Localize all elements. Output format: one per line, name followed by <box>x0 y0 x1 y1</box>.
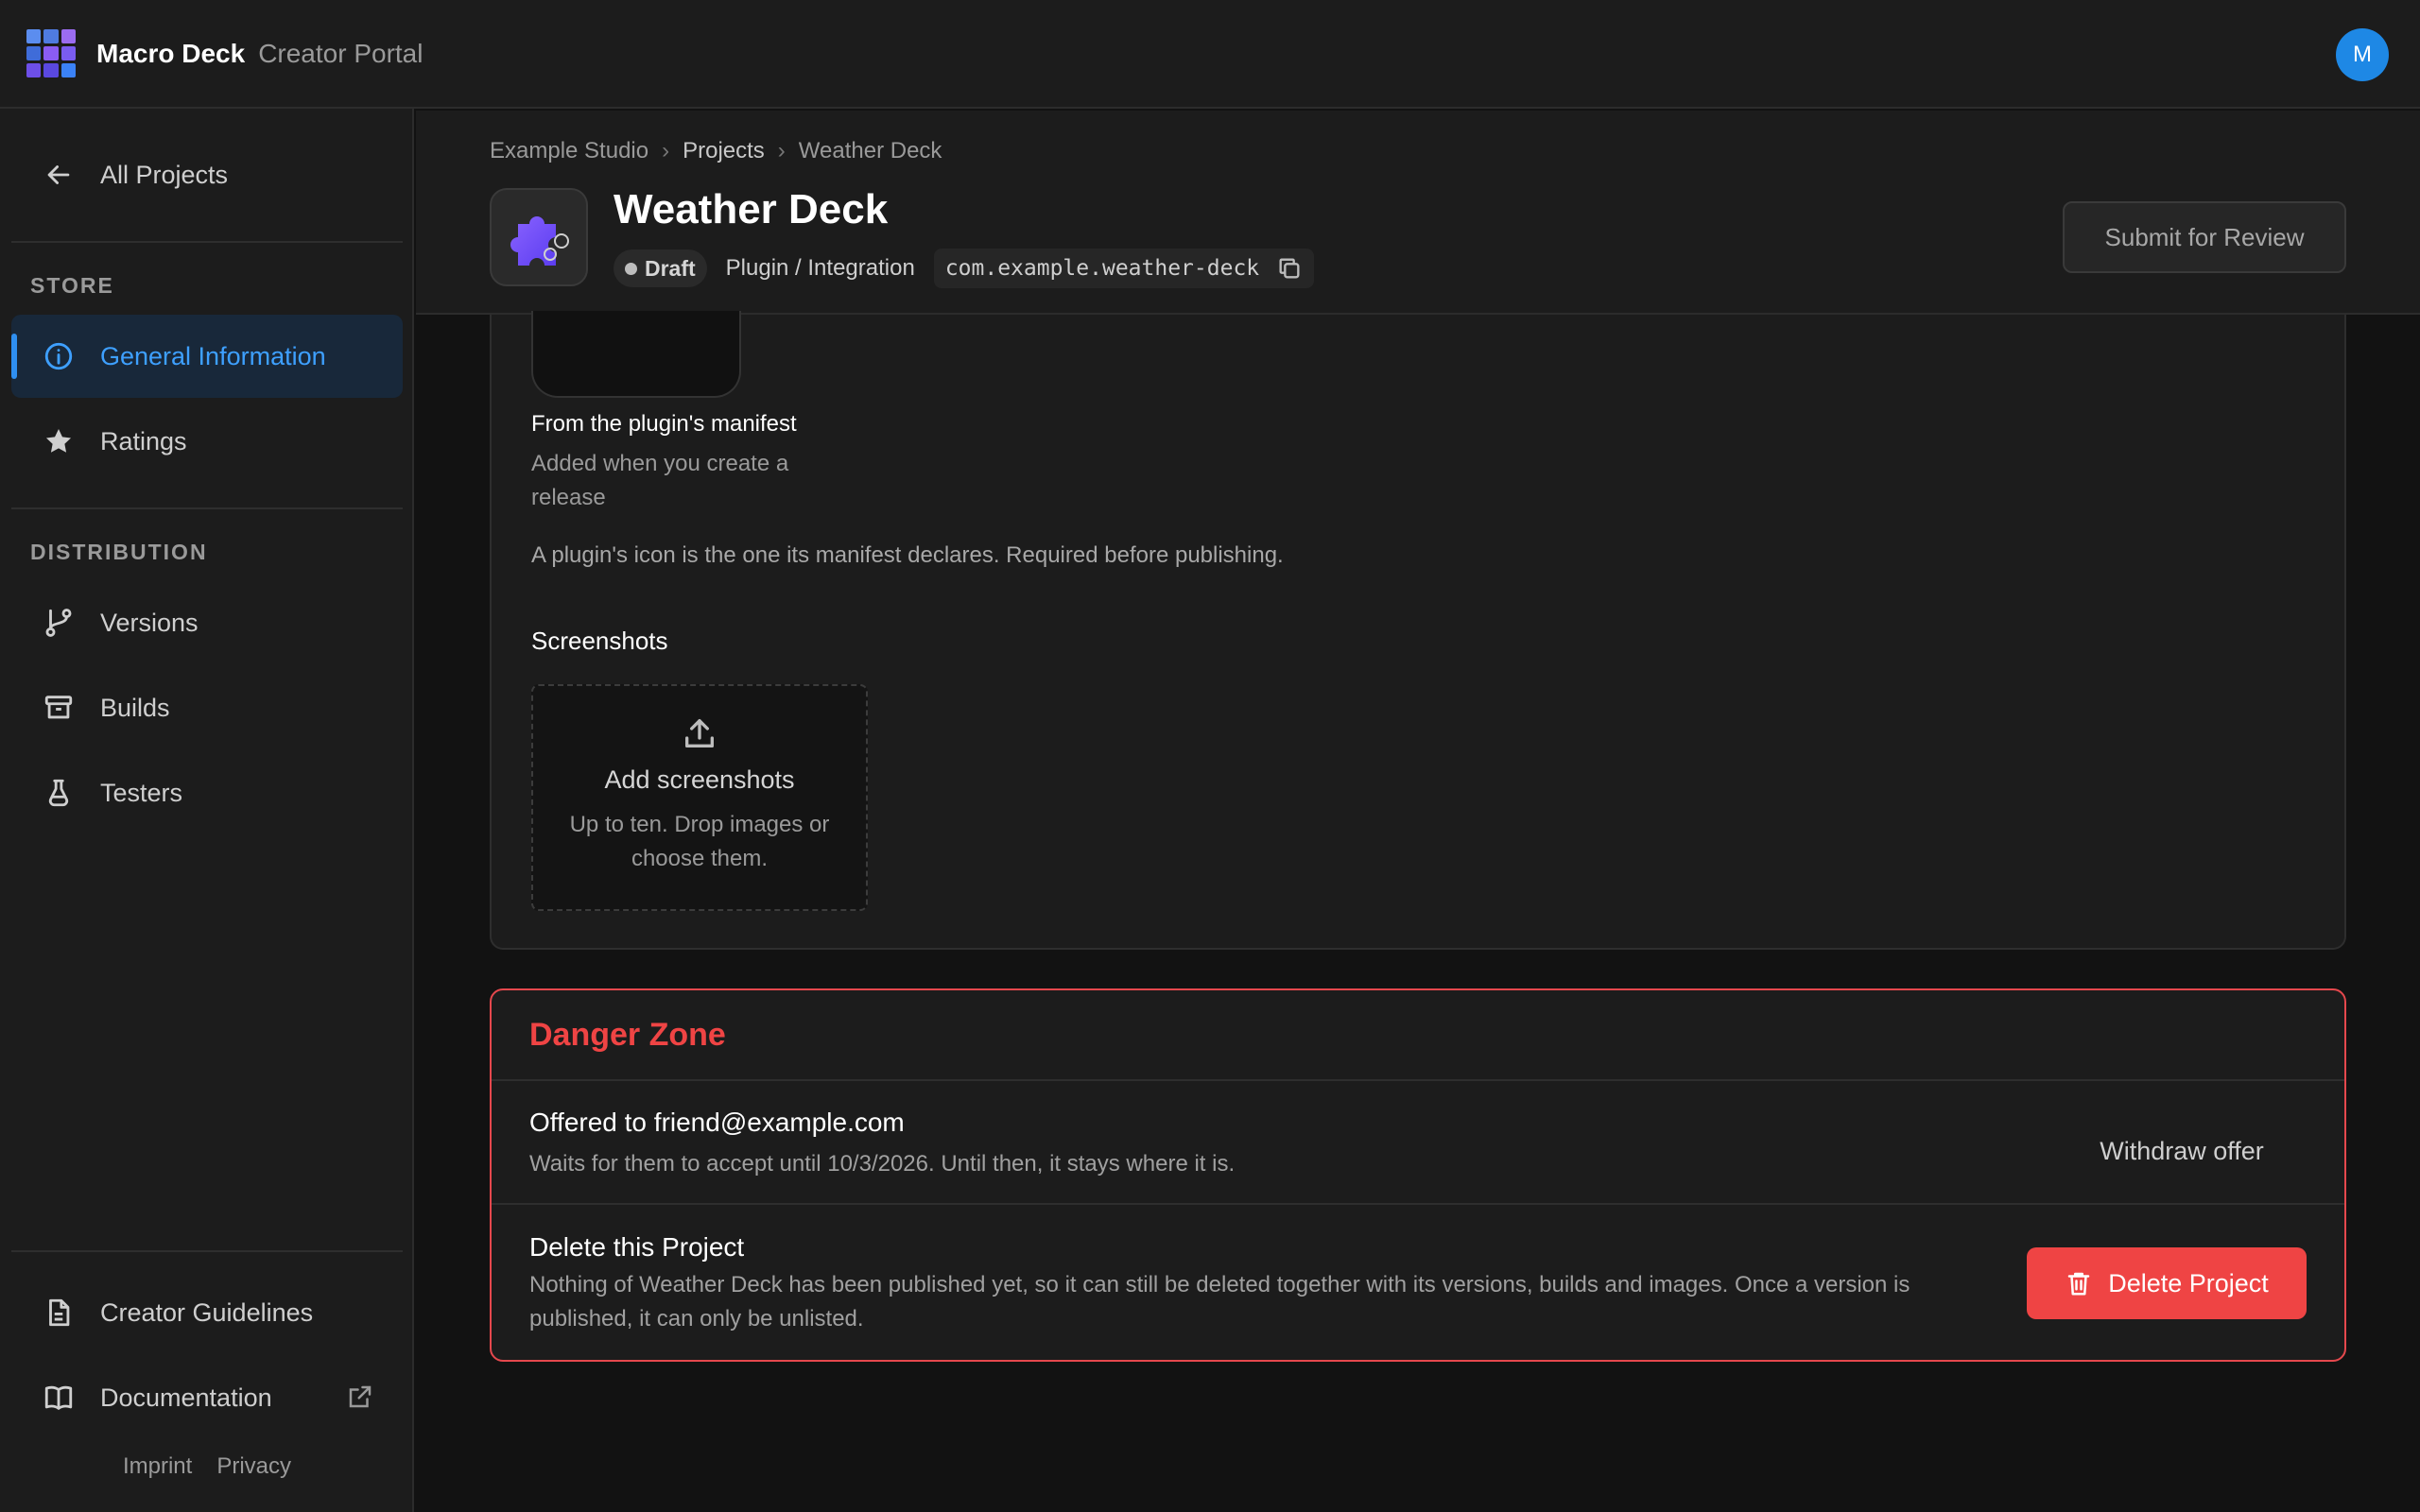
bundle-id-text: com.example.weather-deck <box>944 256 1260 281</box>
store-section-label: STORE <box>30 273 114 298</box>
sidebar-item-label: General Information <box>100 341 326 370</box>
sidebar-item-general-information[interactable]: General Information <box>11 315 403 398</box>
status-dot-icon <box>625 262 637 275</box>
upload-icon <box>685 719 714 747</box>
danger-zone: Danger Zone Offered to friend@example.co… <box>490 988 2346 1362</box>
sidebar-divider <box>11 241 403 243</box>
transfer-offer-title: Offered to friend@example.com <box>529 1108 905 1137</box>
sidebar-item-testers[interactable]: Testers <box>11 751 403 834</box>
sidebar-item-label: Testers <box>100 778 183 807</box>
manifest-icon-title: From the plugin's manifest <box>531 411 797 437</box>
sidebar-item-label: Documentation <box>100 1383 272 1412</box>
sidebar-item-label: Creator Guidelines <box>100 1297 314 1327</box>
star-icon <box>40 422 78 460</box>
submit-for-review-button[interactable]: Submit for Review <box>2063 201 2346 273</box>
sidebar-divider <box>11 507 403 509</box>
icon-note: A plugin's icon is the one its manifest … <box>531 542 1284 568</box>
app-name: Macro Deck <box>96 38 246 68</box>
transfer-offer-subtitle: Waits for them to accept until 10/3/2026… <box>529 1151 1236 1177</box>
bundle-id: com.example.weather-deck <box>933 249 1315 288</box>
delete-project-title: Delete this Project <box>529 1232 745 1262</box>
project-header: Example Studio › Projects › Weather Deck… <box>416 111 2420 315</box>
withdraw-offer-button[interactable]: Withdraw offer <box>2054 1121 2309 1181</box>
flask-icon <box>40 774 78 812</box>
puzzle-piece-icon <box>510 216 569 266</box>
icon-preview <box>531 311 741 398</box>
external-link-icon <box>349 1385 372 1408</box>
copy-icon[interactable] <box>1276 255 1303 282</box>
document-icon <box>40 1294 78 1332</box>
sidebar-item-versions[interactable]: Versions <box>11 581 403 664</box>
danger-divider <box>492 1203 2344 1205</box>
danger-zone-title: Danger Zone <box>529 1017 726 1053</box>
breadcrumb-projects[interactable]: Projects <box>683 138 765 164</box>
manifest-icon-subtitle: Added when you create a release <box>531 451 789 510</box>
project-icon <box>490 188 588 286</box>
delete-project-button[interactable]: Delete Project <box>2027 1247 2307 1319</box>
app-subtitle: Creator Portal <box>258 38 424 68</box>
all-projects-label: All Projects <box>100 160 229 189</box>
book-icon <box>40 1379 78 1417</box>
sidebar-nav: All Projects STORE General Information R… <box>0 109 414 1512</box>
sidebar-item-label: Builds <box>100 693 170 722</box>
breadcrumb-current: Weather Deck <box>798 138 942 163</box>
privacy-link[interactable]: Privacy <box>216 1453 291 1480</box>
danger-divider <box>492 1079 2344 1081</box>
screenshots-label: Screenshots <box>531 627 668 655</box>
project-category: Plugin / Integration <box>725 255 915 281</box>
user-avatar[interactable]: M <box>2336 28 2389 81</box>
archive-icon <box>40 689 78 727</box>
delete-project-subtitle: Nothing of Weather Deck has been publish… <box>529 1272 1910 1332</box>
sidebar-item-documentation[interactable]: Documentation <box>11 1356 403 1439</box>
trash-icon <box>2067 1272 2090 1296</box>
breadcrumb: Example Studio › Projects › Weather Deck <box>490 138 942 164</box>
distribution-section-label: DISTRIBUTION <box>30 540 208 564</box>
sidebar-item-label: Ratings <box>100 426 187 455</box>
add-screenshots-title: Add screenshots <box>604 765 795 794</box>
branch-icon <box>40 604 78 642</box>
macro-deck-logo-icon <box>26 28 76 78</box>
all-projects-link[interactable]: All Projects <box>11 133 403 216</box>
breadcrumb-studio[interactable]: Example Studio <box>490 138 648 164</box>
top-bar: Macro Deck Creator Portal M <box>0 0 2420 109</box>
breadcrumb-separator: › <box>777 138 786 163</box>
screenshots-dropzone[interactable]: Add screenshots Up to ten. Drop images o… <box>531 684 868 911</box>
delete-project-label: Delete Project <box>2108 1268 2269 1297</box>
breadcrumb-separator: › <box>662 138 670 163</box>
sidebar-divider <box>11 1250 403 1252</box>
sidebar-item-ratings[interactable]: Ratings <box>11 400 403 483</box>
sidebar-footer-links: Imprint Privacy <box>0 1453 414 1480</box>
page-title: Weather Deck <box>614 186 889 232</box>
sidebar-item-creator-guidelines[interactable]: Creator Guidelines <box>11 1271 403 1354</box>
sidebar-item-label: Versions <box>100 608 199 637</box>
add-screenshots-hint: Up to ten. Drop images or choose them. <box>569 812 830 871</box>
info-icon <box>40 337 78 375</box>
imprint-link[interactable]: Imprint <box>123 1453 192 1480</box>
status-badge-label: Draft <box>645 255 696 281</box>
arrow-left-icon <box>40 156 78 194</box>
status-badge: Draft <box>614 249 707 287</box>
sidebar-item-builds[interactable]: Builds <box>11 666 403 749</box>
project-meta-row: Draft Plugin / Integration com.example.w… <box>614 249 1315 288</box>
store-listing-card: From the plugin's manifest Added when yo… <box>490 311 2346 950</box>
